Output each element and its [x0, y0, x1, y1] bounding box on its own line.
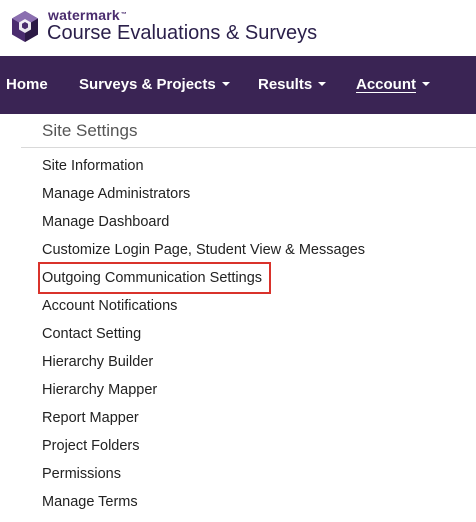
menu-item-customize-login-page[interactable]: Customize Login Page, Student View & Mes… — [42, 236, 365, 264]
chevron-down-icon — [221, 82, 230, 87]
chevron-down-icon — [318, 82, 327, 87]
nav-results-label: Results — [258, 76, 313, 93]
menu-item-project-folders[interactable]: Project Folders — [42, 432, 140, 460]
nav-home-label: Home — [6, 76, 48, 93]
brand-trademark: ™ — [120, 12, 128, 18]
menu-item-outgoing-communication-settings[interactable]: Outgoing Communication Settings — [42, 264, 262, 292]
main-navbar: Home Surveys & Projects Results Account — [0, 56, 476, 114]
nav-surveys-projects[interactable]: Surveys & Projects — [79, 56, 230, 114]
section-divider — [21, 147, 476, 148]
app-header: watermark™ Course Evaluations & Surveys — [0, 0, 476, 56]
nav-results[interactable]: Results — [258, 56, 327, 114]
menu-item-account-notifications[interactable]: Account Notifications — [42, 292, 177, 320]
menu-item-site-information[interactable]: Site Information — [42, 152, 144, 180]
menu-item-permissions[interactable]: Permissions — [42, 460, 121, 488]
nav-account[interactable]: Account — [356, 56, 430, 114]
nav-account-label: Account — [356, 76, 416, 93]
nav-surveys-projects-label: Surveys & Projects — [79, 76, 216, 93]
site-settings-title: Site Settings — [42, 121, 138, 140]
nav-home[interactable]: Home — [6, 56, 48, 114]
brand-product-name: Course Evaluations & Surveys — [47, 22, 318, 44]
menu-item-report-mapper[interactable]: Report Mapper — [42, 404, 139, 432]
brand-company: watermark™ — [48, 8, 127, 22]
menu-item-hierarchy-mapper[interactable]: Hierarchy Mapper — [42, 376, 157, 404]
menu-item-manage-dashboard[interactable]: Manage Dashboard — [42, 208, 169, 236]
menu-item-contact-setting[interactable]: Contact Setting — [42, 320, 141, 348]
chevron-down-icon — [422, 82, 430, 87]
menu-item-manage-terms[interactable]: Manage Terms — [42, 488, 138, 516]
menu-item-hierarchy-builder[interactable]: Hierarchy Builder — [42, 348, 153, 376]
menu-item-manage-administrators[interactable]: Manage Administrators — [42, 180, 190, 208]
watermark-logo-icon[interactable] — [10, 10, 40, 43]
